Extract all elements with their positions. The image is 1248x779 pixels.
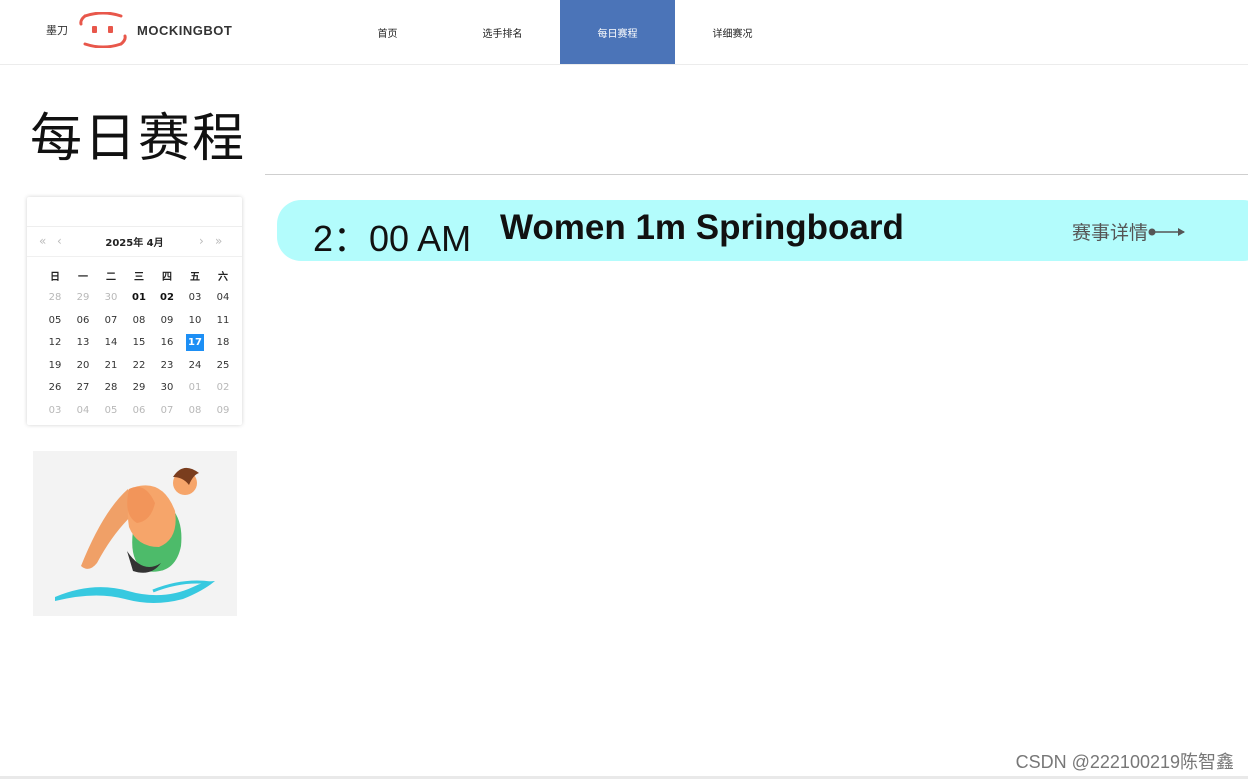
calendar-day[interactable]: 30	[97, 289, 125, 307]
diver-icon	[55, 467, 215, 603]
calendar-input-bar[interactable]	[27, 197, 242, 227]
chevron-right-icon[interactable]: ›	[199, 234, 204, 248]
weekday-label: 二	[106, 271, 116, 283]
event-detail-label: 赛事详情	[1072, 222, 1149, 244]
calendar-day[interactable]: 07	[153, 401, 181, 419]
calendar-day[interactable]: 21	[97, 356, 125, 374]
arrow-right-icon	[1148, 227, 1186, 236]
calendar-day[interactable]: 05	[41, 311, 69, 329]
page-title: 每日赛程	[30, 109, 247, 169]
calendar-day[interactable]: 28	[41, 289, 69, 307]
weekday-label: 一	[78, 271, 88, 283]
calendar-day[interactable]: 04	[69, 401, 97, 419]
calendar-day[interactable]: 16	[153, 334, 181, 352]
calendar-day[interactable]: 22	[125, 356, 153, 374]
logo-en-text: MOCKINGBOT	[137, 22, 233, 38]
calendar-day[interactable]: 28	[97, 379, 125, 397]
calendar-day[interactable]: 08	[125, 311, 153, 329]
calendar-day[interactable]: 18	[209, 334, 237, 352]
calendar-day[interactable]: 06	[69, 311, 97, 329]
calendar-grid: 日 一 二 三 四 五 六 28 29 30 01 02 03 04 05 06…	[27, 257, 242, 422]
weekday-label: 三	[134, 271, 144, 283]
main-nav: 首页 选手排名 每日赛程 详细赛况	[330, 0, 790, 64]
diver-illustration	[33, 451, 237, 616]
calendar-day-selected[interactable]: 17	[181, 334, 209, 352]
calendar-day[interactable]: 30	[153, 379, 181, 397]
calendar-day[interactable]: 05	[97, 401, 125, 419]
watermark-text: CSDN @222100219陈智鑫	[1015, 752, 1234, 772]
calendar-day[interactable]: 19	[41, 356, 69, 374]
event-name: Women 1m Springboard	[500, 208, 904, 247]
calendar-day[interactable]: 02	[209, 379, 237, 397]
top-header: 墨刀 MOCKINGBOT 首页 选手排名 每日赛程 详细赛况	[0, 0, 1248, 65]
selected-day-label: 17	[186, 334, 204, 352]
weekday-label: 四	[162, 271, 172, 283]
calendar-day[interactable]: 01	[125, 289, 153, 307]
calendar-day[interactable]: 26	[41, 379, 69, 397]
calendar-nav: « ‹ 2025年 4月 › »	[27, 227, 242, 257]
calendar-day[interactable]: 27	[69, 379, 97, 397]
calendar-day[interactable]: 24	[181, 356, 209, 374]
calendar-day[interactable]: 10	[181, 311, 209, 329]
calendar-weekday-row: 日 一 二 三 四 五 六	[27, 264, 242, 287]
mockingbot-logo-icon	[79, 12, 127, 48]
calendar-day[interactable]: 12	[41, 334, 69, 352]
calendar-week-row: 19 20 21 22 23 24 25	[27, 354, 242, 377]
calendar-day[interactable]: 06	[125, 401, 153, 419]
double-chevron-left-icon[interactable]: «	[39, 234, 46, 248]
nav-item-daily-schedule[interactable]: 每日赛程	[560, 0, 675, 64]
event-detail-link[interactable]: 赛事详情	[1072, 218, 1188, 245]
calendar-week-row: 28 29 30 01 02 03 04	[27, 287, 242, 310]
title-divider	[265, 174, 1248, 175]
calendar-day[interactable]: 09	[153, 311, 181, 329]
nav-item-home[interactable]: 首页	[330, 0, 445, 64]
calendar-day[interactable]: 07	[97, 311, 125, 329]
calendar-day[interactable]: 03	[41, 401, 69, 419]
calendar-day[interactable]: 29	[69, 289, 97, 307]
chevron-left-icon[interactable]: ‹	[57, 234, 62, 248]
calendar-day[interactable]: 29	[125, 379, 153, 397]
logo-cn-text: 墨刀	[46, 24, 68, 37]
calendar-week-row: 05 06 07 08 09 10 11	[27, 309, 242, 332]
calendar-day[interactable]: 14	[97, 334, 125, 352]
weekday-label: 六	[218, 271, 228, 283]
calendar-day[interactable]: 13	[69, 334, 97, 352]
calendar-week-row: 03 04 05 06 07 08 09	[27, 399, 242, 422]
event-card[interactable]: 2：00 AM Women 1m Springboard 赛事详情	[277, 200, 1248, 261]
calendar-day[interactable]: 20	[69, 356, 97, 374]
nav-item-match-details[interactable]: 详细赛况	[675, 0, 790, 64]
weekday-label: 日	[50, 271, 60, 283]
calendar-week-row: 12 13 14 15 16 17 18	[27, 332, 242, 355]
event-time: 2：00 AM	[313, 218, 472, 259]
nav-item-player-ranking[interactable]: 选手排名	[445, 0, 560, 64]
calendar-day[interactable]: 25	[209, 356, 237, 374]
calendar-day[interactable]: 03	[181, 289, 209, 307]
date-picker-calendar: « ‹ 2025年 4月 › » 日 一 二 三 四 五 六 28 29 30 …	[27, 197, 242, 425]
calendar-day[interactable]: 02	[153, 289, 181, 307]
double-chevron-right-icon[interactable]: »	[215, 234, 222, 248]
weekday-label: 五	[190, 271, 200, 283]
calendar-day[interactable]: 09	[209, 401, 237, 419]
calendar-day[interactable]: 11	[209, 311, 237, 329]
calendar-week-row: 26 27 28 29 30 01 02	[27, 377, 242, 400]
calendar-day[interactable]: 01	[181, 379, 209, 397]
calendar-day[interactable]: 15	[125, 334, 153, 352]
logo[interactable]: 墨刀 MOCKINGBOT	[46, 10, 232, 50]
calendar-day[interactable]: 23	[153, 356, 181, 374]
calendar-day[interactable]: 08	[181, 401, 209, 419]
calendar-day[interactable]: 04	[209, 289, 237, 307]
